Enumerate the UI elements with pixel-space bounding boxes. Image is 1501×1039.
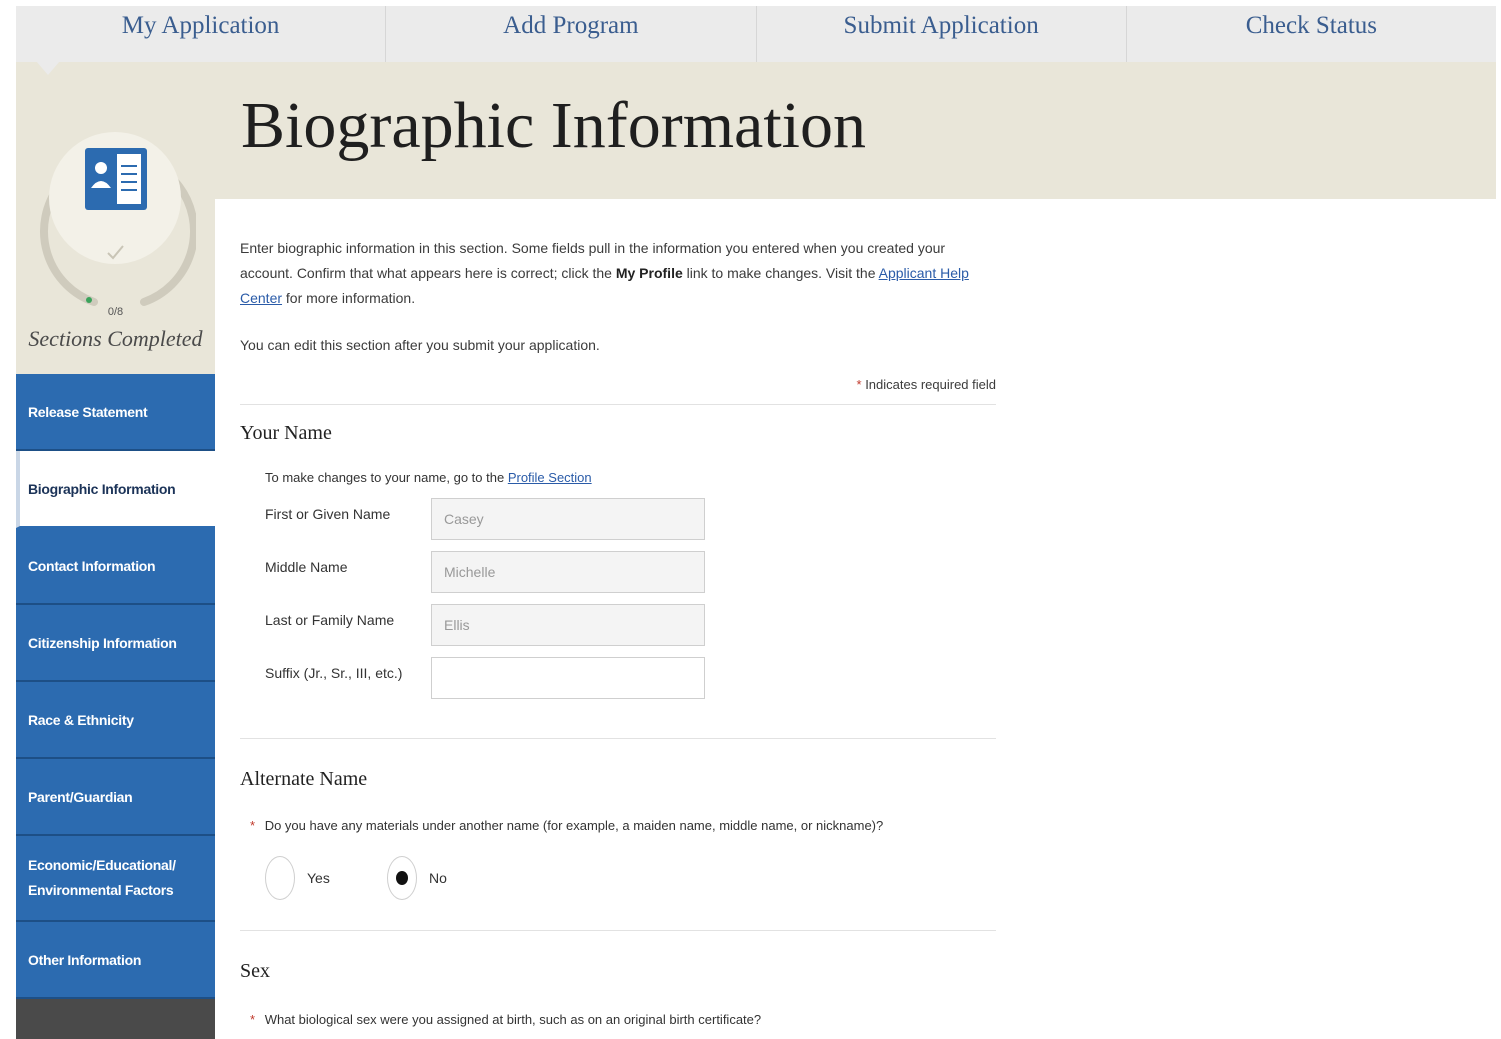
radio-yes-label: Yes	[307, 870, 330, 886]
your-name-section: Your Name To make changes to your name, …	[240, 422, 996, 722]
divider	[240, 930, 996, 931]
left-sidebar: 0/8 Sections Completed Release Statement…	[16, 62, 215, 1039]
alternate-name-section: Alternate Name * Do you have any materia…	[240, 768, 996, 918]
profile-section-link[interactable]: Profile Section	[508, 470, 592, 485]
last-name-label: Last or Family Name	[265, 612, 395, 628]
last-name-field[interactable]	[431, 604, 705, 646]
required-star: *	[250, 818, 256, 833]
divider	[240, 738, 996, 739]
suffix-row: Suffix (Jr., Sr., III, etc.)	[265, 657, 865, 709]
sidebar-footer	[16, 999, 215, 1039]
sidebar-item-other-information[interactable]: Other Information	[16, 922, 215, 999]
page-header-band: Biographic Information	[215, 62, 1496, 199]
sex-heading: Sex	[240, 960, 270, 982]
alternate-name-question-text: Do you have any materials under another …	[264, 818, 884, 833]
radio-no[interactable]: No	[387, 856, 447, 900]
first-name-row: First or Given Name	[265, 498, 865, 550]
divider	[240, 404, 996, 405]
intro-part2: link to make changes. Visit the	[682, 265, 879, 281]
id-card-icon	[85, 148, 147, 210]
radio-no-circle[interactable]	[387, 856, 417, 900]
last-name-row: Last or Family Name	[265, 604, 865, 656]
tab-submit-application[interactable]: Submit Application	[757, 6, 1127, 62]
sidebar-item-contact-information[interactable]: Contact Information	[16, 528, 215, 605]
alternate-name-question: * Do you have any materials under anothe…	[250, 818, 883, 833]
profile-note-text: To make changes to your name, go to the	[265, 470, 508, 485]
middle-name-label: Middle Name	[265, 559, 348, 575]
my-profile-text: My Profile	[615, 265, 683, 281]
edit-note: You can edit this section after you subm…	[240, 337, 600, 353]
tab-check-status[interactable]: Check Status	[1127, 6, 1496, 62]
alternate-name-heading: Alternate Name	[240, 768, 368, 790]
sidebar-item-biographic-information[interactable]: Biographic Information	[16, 451, 215, 528]
radio-yes-circle[interactable]	[265, 856, 295, 900]
sidebar-item-economic-factors[interactable]: Economic/Educational/ Environmental Fact…	[16, 836, 215, 922]
section-navigation: Release Statement Biographic Information…	[16, 374, 215, 1039]
suffix-field[interactable]	[431, 657, 705, 699]
progress-label: Sections Completed	[28, 326, 203, 351]
required-star: *	[250, 1012, 256, 1027]
middle-name-row: Middle Name	[265, 551, 865, 603]
progress-ring	[40, 132, 196, 306]
sidebar-item-parent-guardian[interactable]: Parent/Guardian	[16, 759, 215, 836]
active-tab-caret	[36, 61, 60, 75]
required-note-text: Indicates required field	[865, 377, 996, 392]
main-content: Enter biographic information in this sec…	[240, 236, 996, 405]
required-star: *	[856, 377, 862, 392]
top-navigation: My Application Add Program Submit Applic…	[16, 6, 1496, 63]
tab-my-application[interactable]: My Application	[16, 6, 387, 62]
profile-section-note: To make changes to your name, go to the …	[265, 470, 592, 485]
progress-widget: 0/8 Sections Completed	[16, 62, 215, 374]
progress-count: 0/8	[107, 306, 124, 318]
intro-text: Enter biographic information in this sec…	[240, 236, 996, 311]
radio-yes[interactable]: Yes	[265, 856, 330, 900]
required-field-note: * Indicates required field	[240, 377, 997, 392]
middle-name-field[interactable]	[431, 551, 705, 593]
sex-question: * What biological sex were you assigned …	[250, 1012, 761, 1027]
sidebar-item-release-statement[interactable]: Release Statement	[16, 374, 215, 451]
first-name-label: First or Given Name	[265, 506, 391, 522]
page-title: Biographic Information	[241, 89, 867, 162]
tab-add-program[interactable]: Add Program	[386, 6, 757, 62]
first-name-field[interactable]	[431, 498, 705, 540]
radio-selected-dot	[396, 871, 408, 885]
sex-section: Sex * What biological sex were you assig…	[240, 960, 996, 1034]
radio-no-label: No	[429, 870, 447, 886]
sidebar-item-race-ethnicity[interactable]: Race & Ethnicity	[16, 682, 215, 759]
suffix-label: Suffix (Jr., Sr., III, etc.)	[265, 665, 403, 681]
sex-question-text: What biological sex were you assigned at…	[264, 1012, 762, 1027]
intro-part3: for more information.	[282, 290, 416, 306]
sidebar-item-citizenship-information[interactable]: Citizenship Information	[16, 605, 215, 682]
your-name-heading: Your Name	[240, 422, 332, 444]
